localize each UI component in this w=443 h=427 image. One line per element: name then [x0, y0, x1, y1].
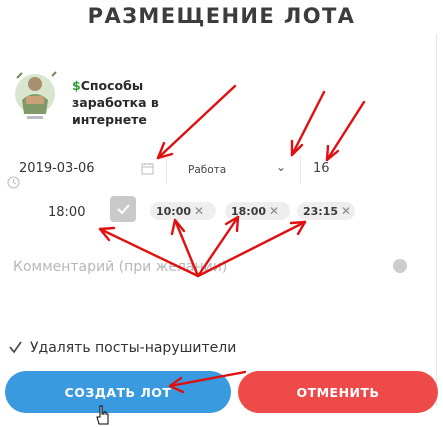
- time-chip-label: 23:15: [303, 204, 339, 218]
- time-chip-label: 10:00: [156, 204, 192, 218]
- page-title: РАЗМЕЩЕНИЕ ЛОТА: [87, 4, 356, 28]
- time-chip: 23:15 ✕: [297, 202, 355, 220]
- time-chip-label: 18:00: [231, 204, 267, 218]
- remove-icon[interactable]: ✕: [194, 204, 204, 218]
- clock-icon: [7, 176, 20, 189]
- emoji-icon[interactable]: [393, 259, 407, 273]
- create-lot-button[interactable]: СОЗДАТЬ ЛОТ: [5, 371, 231, 413]
- time-chip: 18:00 ✕: [225, 202, 290, 220]
- cancel-button[interactable]: ОТМЕНИТЬ: [238, 371, 438, 413]
- add-time-button[interactable]: [110, 196, 136, 222]
- channel-name-prefix: $: [72, 78, 81, 93]
- time-chip: 10:00 ✕: [150, 202, 216, 220]
- channel-avatar: [15, 71, 57, 119]
- panel-border: [436, 34, 437, 406]
- field-divider: [300, 156, 301, 184]
- comment-input[interactable]: Комментарий (при желании): [13, 259, 227, 275]
- field-divider: [166, 156, 167, 184]
- calendar-icon[interactable]: [141, 162, 154, 175]
- chevron-down-icon[interactable]: ⌄: [276, 160, 286, 174]
- channel-name-text: Способы заработка в интернете: [72, 78, 159, 127]
- hand-cursor-icon: [96, 405, 109, 425]
- time-input[interactable]: 18:00: [48, 205, 85, 220]
- checkmark-icon: [117, 204, 130, 215]
- category-select[interactable]: Работа: [188, 164, 226, 176]
- delete-violators-label: Удалять посты-нарушители: [30, 340, 237, 356]
- date-input[interactable]: 2019-03-06: [19, 161, 95, 176]
- channel-name: $Способы заработка в интернете: [72, 77, 192, 128]
- remove-icon[interactable]: ✕: [269, 204, 279, 218]
- number-input[interactable]: 16: [313, 161, 330, 176]
- delete-violators-checkbox[interactable]: [8, 340, 23, 355]
- remove-icon[interactable]: ✕: [341, 204, 351, 218]
